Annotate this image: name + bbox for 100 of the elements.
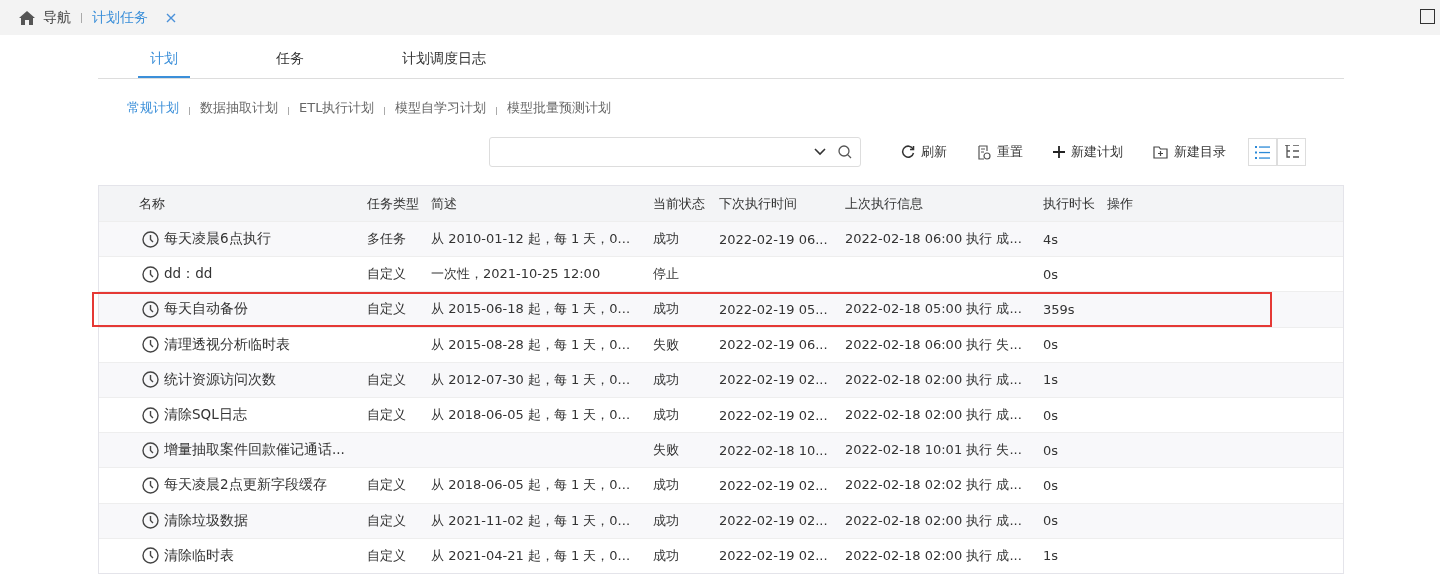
view-toggle[interactable] — [1248, 138, 1277, 166]
clock-icon — [142, 406, 159, 424]
table-cell: 从 2018-06-05 起，每 1 天，0... — [431, 477, 631, 493]
table-cell: 停止 — [653, 266, 679, 282]
table-cell[interactable]: 清除垃圾数据 — [164, 511, 248, 530]
table-cell[interactable]: 每天凌晨2点更新字段缓存 — [164, 476, 327, 495]
table-cell: 从 2010-01-12 起，每 1 天，0... — [431, 231, 631, 247]
document-icon — [977, 144, 991, 160]
table-cell: 2022-02-18 02:00 执行 成... — [845, 512, 1022, 528]
table-cell: 2022-02-18 06:00 执行 成... — [845, 231, 1022, 247]
column-header: 名称 — [138, 194, 166, 213]
table-cell: 自定义 — [367, 477, 406, 493]
search-field[interactable] — [489, 137, 861, 167]
table-cell: 0s — [1043, 266, 1059, 282]
clock-icon — [142, 336, 159, 354]
table-cell: 2022-02-18 02:02 执行 成... — [845, 477, 1022, 493]
table-cell: 2022-02-18 10... — [719, 442, 828, 458]
table-cell: 成功 — [653, 477, 679, 493]
toolbar-button[interactable]: 新建目录 — [1153, 143, 1226, 161]
tab[interactable]: 计划调度日志 — [390, 50, 498, 78]
clock-icon — [142, 512, 159, 530]
table-cell: 一次性，2021-10-25 12:00 — [431, 266, 601, 282]
table-cell[interactable]: 增量抽取案件回款催记通话... — [164, 441, 345, 460]
table-cell[interactable]: 统计资源访问次数 — [164, 370, 276, 389]
subtab[interactable]: ETL执行计划 — [299, 99, 375, 117]
table-cell: 从 2012-07-30 起，每 1 天，0... — [431, 371, 631, 387]
table-cell: 0s — [1043, 477, 1059, 493]
table-cell[interactable]: 清除临时表 — [164, 546, 234, 565]
table-cell: 2022-02-19 06... — [719, 231, 828, 247]
column-header: 上次执行信息 — [845, 194, 924, 213]
subtab[interactable]: 模型批量预测计划 — [507, 99, 612, 117]
table-cell[interactable]: 每天凌晨6点执行 — [164, 230, 271, 249]
table-cell: 从 2015-06-18 起，每 1 天，0... — [431, 301, 631, 317]
table-cell: 成功 — [653, 371, 679, 387]
table-cell: 2022-02-18 10:01 执行 失... — [845, 442, 1022, 458]
column-header: 简述 — [431, 194, 458, 213]
table-cell: 从 2021-11-02 起，每 1 天，0... — [431, 512, 631, 528]
tab[interactable]: 计划 — [138, 50, 190, 78]
table-cell: 自定义 — [367, 407, 406, 423]
table-cell: 自定义 — [367, 512, 406, 528]
column-header: 下次执行时间 — [719, 194, 798, 213]
table-cell: 2022-02-19 02... — [719, 407, 828, 423]
clock-icon — [142, 230, 159, 248]
clock-icon — [142, 371, 159, 389]
table-cell[interactable]: 每天自动备份 — [164, 300, 248, 319]
table-cell: 0s — [1043, 513, 1059, 529]
table-cell[interactable]: 清理透视分析临时表 — [164, 335, 290, 354]
table-cell: 2022-02-18 02:00 执行 成... — [845, 371, 1022, 387]
clock-icon — [142, 476, 159, 494]
clock-icon — [142, 265, 159, 283]
table-cell: 2022-02-18 02:00 执行 成... — [845, 407, 1022, 423]
table-cell: 从 2021-04-21 起，每 1 天，0... — [431, 547, 631, 563]
table-cell[interactable]: dd：dd — [164, 265, 213, 284]
table-cell: 2022-02-19 02... — [719, 372, 828, 388]
table-cell: 2022-02-18 05:00 执行 成... — [845, 301, 1022, 317]
table-cell[interactable]: 清除SQL日志 — [164, 406, 247, 425]
table-cell: 多任务 — [367, 231, 406, 247]
page-tab[interactable]: 导航 — [18, 8, 71, 27]
table-cell: 4s — [1043, 231, 1059, 247]
subtab[interactable]: 数据抽取计划 — [200, 99, 278, 117]
chevron-down-icon[interactable] — [814, 148, 826, 156]
table-cell: 失败 — [653, 442, 679, 458]
table-cell: 1s — [1043, 372, 1059, 388]
tab[interactable]: 任务 — [264, 50, 316, 78]
table-cell: 自定义 — [367, 266, 406, 282]
table-cell: 2022-02-18 02:00 执行 成... — [845, 547, 1022, 563]
column-header: 操作 — [1107, 194, 1134, 213]
list-icon — [1255, 145, 1270, 159]
close-icon[interactable] — [166, 12, 176, 23]
table-cell: 2022-02-19 02... — [719, 477, 828, 493]
table-cell: 2022-02-19 02... — [719, 513, 828, 529]
subtab[interactable]: 常规计划 — [127, 99, 179, 117]
plus-icon — [1053, 146, 1065, 158]
table-cell: 成功 — [653, 407, 679, 423]
toolbar-button[interactable]: 重置 — [977, 143, 1023, 161]
table-cell: 从 2015-08-28 起，每 1 天，0... — [431, 336, 631, 352]
clock-icon — [142, 441, 159, 459]
view-toggle[interactable] — [1277, 138, 1306, 166]
folder-plus-icon — [1153, 145, 1168, 159]
table-cell: 2022-02-19 05... — [719, 301, 828, 317]
table-cell: 0s — [1043, 407, 1059, 423]
table-cell: 成功 — [653, 231, 679, 247]
table-cell: 从 2018-06-05 起，每 1 天，0... — [431, 407, 631, 423]
table-cell: 0s — [1043, 442, 1059, 458]
search-icon[interactable] — [838, 145, 852, 159]
maximize-icon[interactable] — [1420, 9, 1435, 24]
table-cell: 成功 — [653, 301, 679, 317]
table-cell: 自定义 — [367, 547, 406, 563]
table-cell: 自定义 — [367, 301, 406, 317]
table-cell: 失败 — [653, 336, 679, 352]
toolbar-button[interactable]: 新建计划 — [1053, 143, 1123, 161]
tree-icon — [1284, 145, 1299, 159]
table-cell: 2022-02-19 06... — [719, 337, 828, 353]
table-cell: 2022-02-19 02... — [719, 548, 828, 564]
home-icon — [18, 9, 36, 26]
table-cell: 成功 — [653, 512, 679, 528]
table-cell: 2022-02-18 06:00 执行 失... — [845, 336, 1022, 352]
subtab[interactable]: 模型自学习计划 — [395, 99, 487, 117]
toolbar-button[interactable]: 刷新 — [901, 143, 947, 161]
table-cell: 1s — [1043, 548, 1059, 564]
